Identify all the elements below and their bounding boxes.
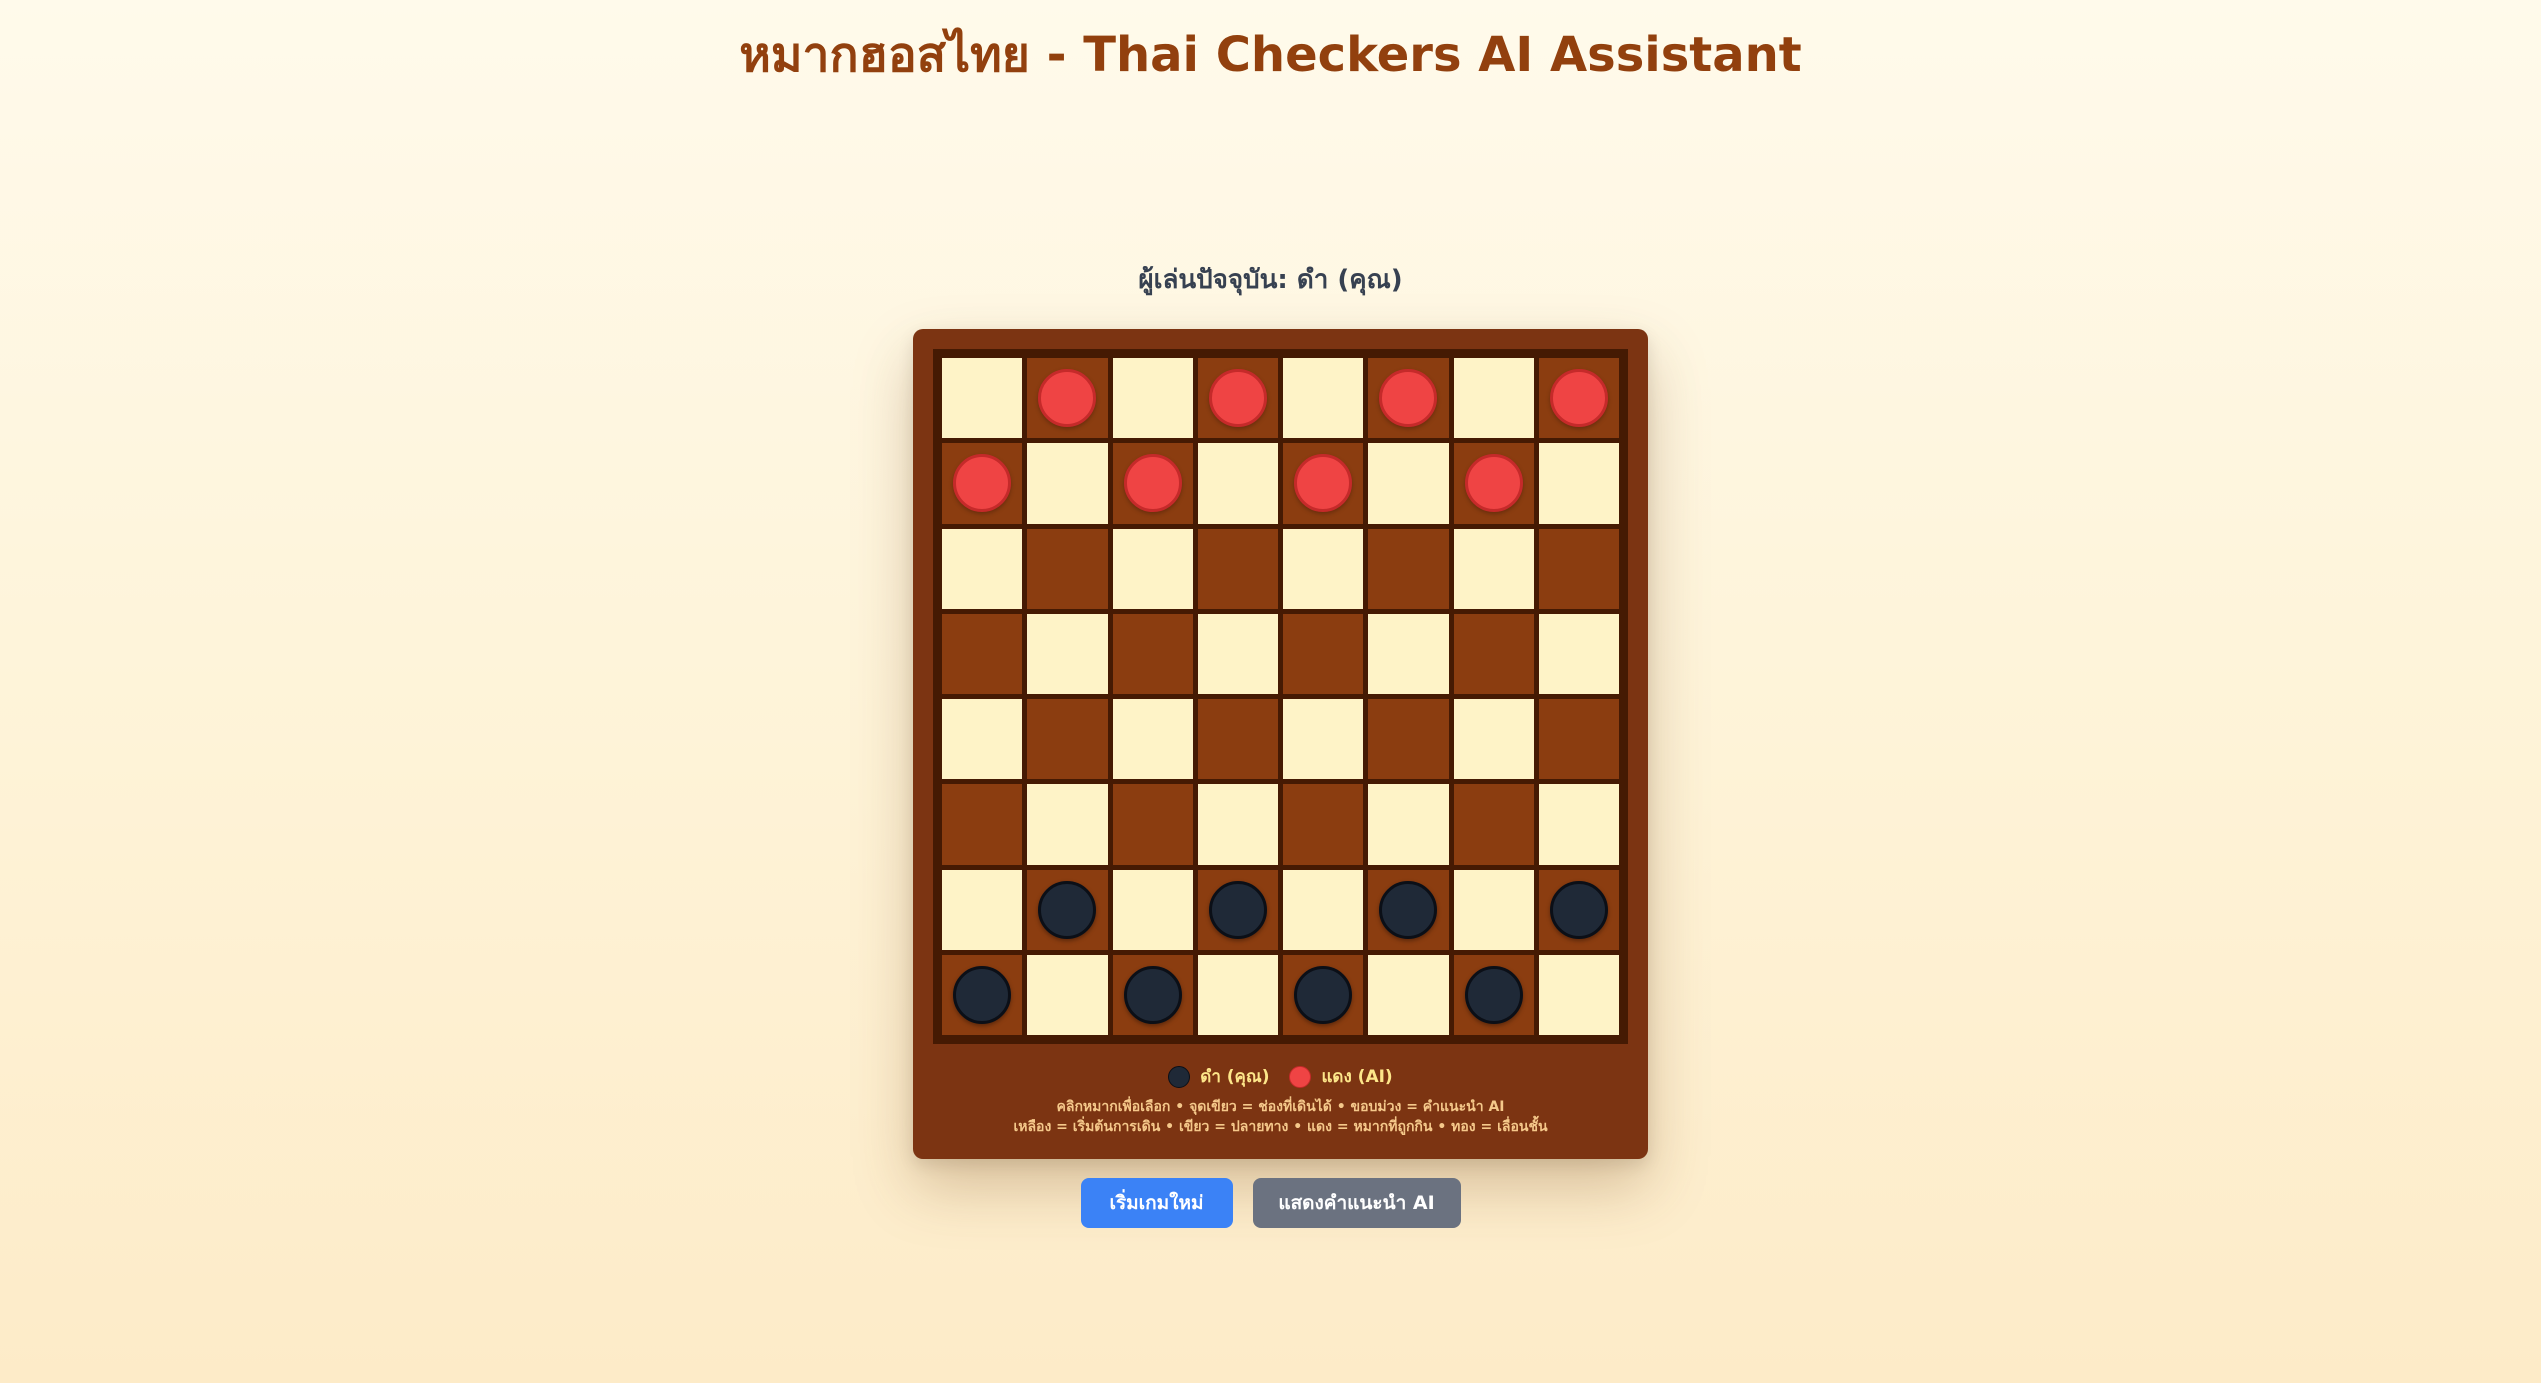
board-square-r5-c3[interactable] (1197, 784, 1278, 865)
board-square-r4-c5[interactable] (1368, 699, 1449, 780)
board-square-r4-c2[interactable] (1112, 699, 1193, 780)
board-square-r0-c6[interactable] (1453, 358, 1534, 439)
board-square-r3-c2[interactable] (1112, 613, 1193, 694)
checkers-board (933, 349, 1628, 1044)
board-square-r5-c0[interactable] (942, 784, 1023, 865)
board-square-r5-c5[interactable] (1368, 784, 1449, 865)
red-piece[interactable] (1038, 369, 1097, 428)
board-square-r6-c0[interactable] (942, 869, 1023, 950)
board-square-r4-c6[interactable] (1453, 699, 1534, 780)
show-ai-hint-button[interactable]: แสดงคำแนะนำ AI (1252, 1178, 1461, 1228)
board-square-r0-c1[interactable] (1027, 358, 1108, 439)
red-piece[interactable] (1123, 454, 1182, 513)
board-square-r2-c7[interactable] (1538, 528, 1619, 609)
board-square-r4-c0[interactable] (942, 699, 1023, 780)
board-square-r5-c2[interactable] (1112, 784, 1193, 865)
board-square-r1-c4[interactable] (1283, 443, 1364, 524)
board-square-r2-c5[interactable] (1368, 528, 1449, 609)
board-square-r7-c6[interactable] (1453, 954, 1534, 1035)
board-square-r7-c7[interactable] (1538, 954, 1619, 1035)
board-square-r2-c4[interactable] (1283, 528, 1364, 609)
board-square-r2-c6[interactable] (1453, 528, 1534, 609)
help-line-2: เหลือง = เริ่มต้นการเดิน • เขียว = ปลายท… (1013, 1119, 1548, 1135)
board-square-r1-c0[interactable] (942, 443, 1023, 524)
red-piece[interactable] (1379, 369, 1438, 428)
board-square-r0-c5[interactable] (1368, 358, 1449, 439)
board-square-r0-c2[interactable] (1112, 358, 1193, 439)
board-square-r5-c4[interactable] (1283, 784, 1364, 865)
page-title: หมากฮอสไทย - Thai Checkers AI Assistant (739, 27, 1802, 83)
board-square-r3-c3[interactable] (1197, 613, 1278, 694)
board-square-r7-c0[interactable] (942, 954, 1023, 1035)
board-square-r4-c7[interactable] (1538, 699, 1619, 780)
board-square-r2-c3[interactable] (1197, 528, 1278, 609)
board-square-r7-c1[interactable] (1027, 954, 1108, 1035)
board-square-r4-c3[interactable] (1197, 699, 1278, 780)
legend: ดำ (คุณ) แดง (AI) (913, 1063, 1648, 1090)
action-buttons: เริ่มเกมใหม่ แสดงคำแนะนำ AI (0, 1178, 2541, 1228)
black-piece[interactable] (1294, 965, 1353, 1024)
red-piece[interactable] (1549, 369, 1608, 428)
board-square-r6-c1[interactable] (1027, 869, 1108, 950)
board-square-r3-c1[interactable] (1027, 613, 1108, 694)
board-square-r0-c3[interactable] (1197, 358, 1278, 439)
board-square-r1-c3[interactable] (1197, 443, 1278, 524)
black-piece[interactable] (1038, 880, 1097, 939)
board-square-r0-c7[interactable] (1538, 358, 1619, 439)
black-piece[interactable] (1208, 880, 1267, 939)
board-square-r5-c1[interactable] (1027, 784, 1108, 865)
board-square-r3-c5[interactable] (1368, 613, 1449, 694)
board-frame: ดำ (คุณ) แดง (AI) คลิกหมากเพื่อเลือก • จ… (913, 329, 1648, 1159)
board-square-r5-c7[interactable] (1538, 784, 1619, 865)
new-game-button[interactable]: เริ่มเกมใหม่ (1080, 1178, 1233, 1228)
board-square-r1-c1[interactable] (1027, 443, 1108, 524)
board-square-r7-c2[interactable] (1112, 954, 1193, 1035)
board-square-r0-c0[interactable] (942, 358, 1023, 439)
red-piece[interactable] (953, 454, 1012, 513)
board-square-r3-c4[interactable] (1283, 613, 1364, 694)
legend-black-label: ดำ (คุณ) (1200, 1067, 1270, 1087)
board-square-r1-c5[interactable] (1368, 443, 1449, 524)
black-piece-icon (1168, 1065, 1191, 1088)
help-text: คลิกหมากเพื่อเลือก • จุดเขียว = ช่องที่เ… (913, 1097, 1648, 1137)
legend-item-red: แดง (AI) (1289, 1063, 1393, 1090)
board-square-r6-c2[interactable] (1112, 869, 1193, 950)
board-square-r3-c0[interactable] (942, 613, 1023, 694)
board-square-r6-c5[interactable] (1368, 869, 1449, 950)
legend-red-label: แดง (AI) (1321, 1067, 1393, 1087)
board-square-r2-c2[interactable] (1112, 528, 1193, 609)
black-piece[interactable] (1123, 965, 1182, 1024)
board-square-r3-c6[interactable] (1453, 613, 1534, 694)
board-square-r6-c4[interactable] (1283, 869, 1364, 950)
board-square-r7-c5[interactable] (1368, 954, 1449, 1035)
board-square-r5-c6[interactable] (1453, 784, 1534, 865)
black-piece[interactable] (953, 965, 1012, 1024)
legend-item-black: ดำ (คุณ) (1168, 1063, 1269, 1090)
board-square-r6-c7[interactable] (1538, 869, 1619, 950)
board-square-r7-c3[interactable] (1197, 954, 1278, 1035)
board-square-r6-c3[interactable] (1197, 869, 1278, 950)
board-square-r2-c0[interactable] (942, 528, 1023, 609)
board-square-r0-c4[interactable] (1283, 358, 1364, 439)
black-piece[interactable] (1464, 965, 1523, 1024)
red-piece-icon (1289, 1065, 1312, 1088)
board-square-r1-c7[interactable] (1538, 443, 1619, 524)
board-square-r4-c4[interactable] (1283, 699, 1364, 780)
current-player-status: ผู้เล่นปัจจุบัน: ดำ (คุณ) (1138, 265, 1403, 295)
board-square-r1-c2[interactable] (1112, 443, 1193, 524)
board-square-r4-c1[interactable] (1027, 699, 1108, 780)
board-square-r1-c6[interactable] (1453, 443, 1534, 524)
black-piece[interactable] (1379, 880, 1438, 939)
board-square-r6-c6[interactable] (1453, 869, 1534, 950)
black-piece[interactable] (1549, 880, 1608, 939)
board-square-r2-c1[interactable] (1027, 528, 1108, 609)
board-square-r7-c4[interactable] (1283, 954, 1364, 1035)
red-piece[interactable] (1208, 369, 1267, 428)
red-piece[interactable] (1294, 454, 1353, 513)
red-piece[interactable] (1464, 454, 1523, 513)
help-line-1: คลิกหมากเพื่อเลือก • จุดเขียว = ช่องที่เ… (1056, 1099, 1505, 1115)
board-square-r3-c7[interactable] (1538, 613, 1619, 694)
